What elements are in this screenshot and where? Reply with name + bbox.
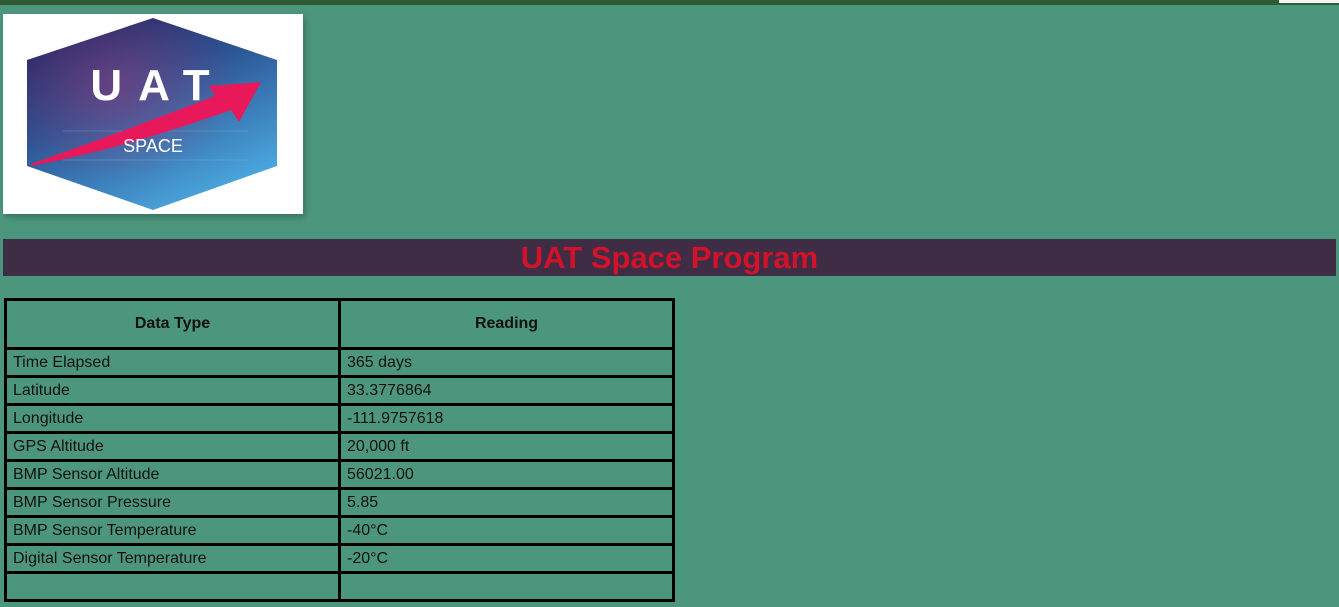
table-row: GPS Altitude 20,000 ft: [4, 431, 675, 462]
table-row: Longitude -111.9757618: [4, 403, 675, 434]
title-banner: UAT Space Program: [3, 239, 1336, 276]
table-row: BMP Sensor Pressure 5.85: [4, 487, 675, 518]
data-type-cell: BMP Sensor Temperature: [4, 515, 341, 546]
table-header-row: Data Type Reading: [4, 298, 675, 350]
telemetry-table: Data Type Reading Time Elapsed 365 days …: [4, 298, 675, 602]
table-row: Digital Sensor Temperature -20°C: [4, 543, 675, 574]
reading-cell: 20,000 ft: [338, 431, 675, 462]
reading-cell: 33.3776864: [338, 375, 675, 406]
data-type-cell: BMP Sensor Altitude: [4, 459, 341, 490]
reading-cell: [338, 571, 675, 602]
data-type-cell: BMP Sensor Pressure: [4, 487, 341, 518]
reading-cell: 56021.00: [338, 459, 675, 490]
reading-cell: 5.85: [338, 487, 675, 518]
table-row: BMP Sensor Temperature -40°C: [4, 515, 675, 546]
data-type-cell: Digital Sensor Temperature: [4, 543, 341, 574]
top-strip-highlight: [1279, 0, 1339, 3]
reading-cell: -111.9757618: [338, 403, 675, 434]
uat-space-logo: UAT SPACE: [3, 14, 303, 214]
data-type-cell: [4, 571, 341, 602]
column-header-data-type: Data Type: [4, 298, 341, 350]
hexagon-logo-graphic: UAT SPACE: [27, 18, 277, 210]
data-type-cell: Time Elapsed: [4, 347, 341, 378]
page-title: UAT Space Program: [520, 240, 819, 275]
data-type-cell: Latitude: [4, 375, 341, 406]
browser-top-strip: [0, 0, 1339, 5]
data-type-cell: Longitude: [4, 403, 341, 434]
logo-main-text: UAT: [90, 61, 225, 110]
reading-cell: 365 days: [338, 347, 675, 378]
reading-cell: -40°C: [338, 515, 675, 546]
table-row: BMP Sensor Altitude 56021.00: [4, 459, 675, 490]
data-type-cell: GPS Altitude: [4, 431, 341, 462]
table-row: Latitude 33.3776864: [4, 375, 675, 406]
column-header-reading: Reading: [338, 298, 675, 350]
reading-cell: -20°C: [338, 543, 675, 574]
logo-sub-text: SPACE: [123, 136, 183, 156]
table-row: [4, 571, 675, 602]
table-row: Time Elapsed 365 days: [4, 347, 675, 378]
